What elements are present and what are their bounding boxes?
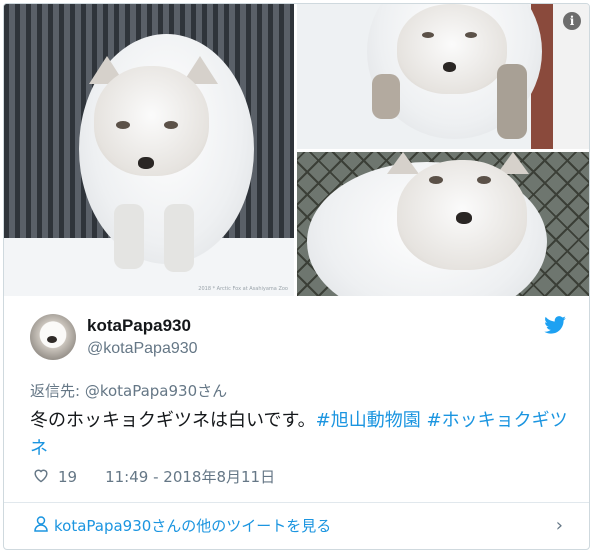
wall-background	[531, 4, 589, 149]
reply-to: 返信先: @kotaPapa930さん	[30, 382, 228, 400]
display-name[interactable]: kotaPapa930	[87, 316, 191, 336]
tweet-header: kotaPapa930 @kotaPapa930	[30, 314, 570, 366]
fox-eye	[465, 32, 477, 38]
fox-nose	[443, 62, 456, 72]
tweet-text-main: 冬のホッキョクギツネは白いです。	[30, 410, 316, 431]
fox-eye	[429, 176, 443, 184]
fox-photo-3[interactable]	[297, 152, 589, 296]
fox-photo-2[interactable]: i	[297, 4, 589, 149]
avatar[interactable]	[30, 314, 76, 360]
fox-leg	[372, 74, 400, 119]
chevron-right-icon[interactable]: ›	[556, 515, 563, 536]
fox-eye	[164, 121, 178, 129]
twitter-bird-icon[interactable]	[544, 316, 566, 338]
heart-icon[interactable]	[32, 467, 50, 487]
hashtag-asahiyama[interactable]: #旭山動物園	[316, 410, 421, 431]
fox-ear	[387, 152, 419, 174]
user-icon	[34, 515, 48, 536]
more-tweets-label[interactable]: kotaPapa930さんの他のツイートを見る	[54, 515, 331, 536]
tweet-text: 冬のホッキョクギツネは白いです。#旭山動物園 #ホッキョクギツネ	[30, 407, 570, 463]
fox-leg	[497, 64, 527, 139]
tweet-meta: 19 11:49 - 2018年8月11日	[32, 466, 275, 487]
fox-leg	[114, 204, 144, 269]
user-handle[interactable]: @kotaPapa930	[87, 340, 198, 358]
media-grid: 2018 * Arctic Fox at Asahiyama Zoo i	[4, 4, 589, 296]
fox-nose	[456, 212, 472, 224]
embedded-tweet-card: 2018 * Arctic Fox at Asahiyama Zoo i kot…	[3, 3, 590, 550]
fox-face	[397, 4, 507, 94]
fox-nose	[138, 157, 154, 169]
more-tweets-link[interactable]: kotaPapa930さんの他のツイートを見る	[34, 515, 331, 536]
like-count[interactable]: 19	[58, 468, 77, 486]
photo-watermark: 2018 * Arctic Fox at Asahiyama Zoo	[198, 286, 288, 292]
tweet-footer[interactable]: kotaPapa930さんの他のツイートを見る ›	[4, 503, 589, 549]
fox-eye	[477, 176, 491, 184]
fox-eye	[422, 32, 434, 38]
info-icon[interactable]: i	[563, 12, 581, 30]
fox-eye	[116, 121, 130, 129]
tweet-timestamp[interactable]: 11:49 - 2018年8月11日	[105, 466, 275, 487]
fox-photo-1[interactable]: 2018 * Arctic Fox at Asahiyama Zoo	[4, 4, 294, 296]
fox-leg	[164, 204, 194, 272]
